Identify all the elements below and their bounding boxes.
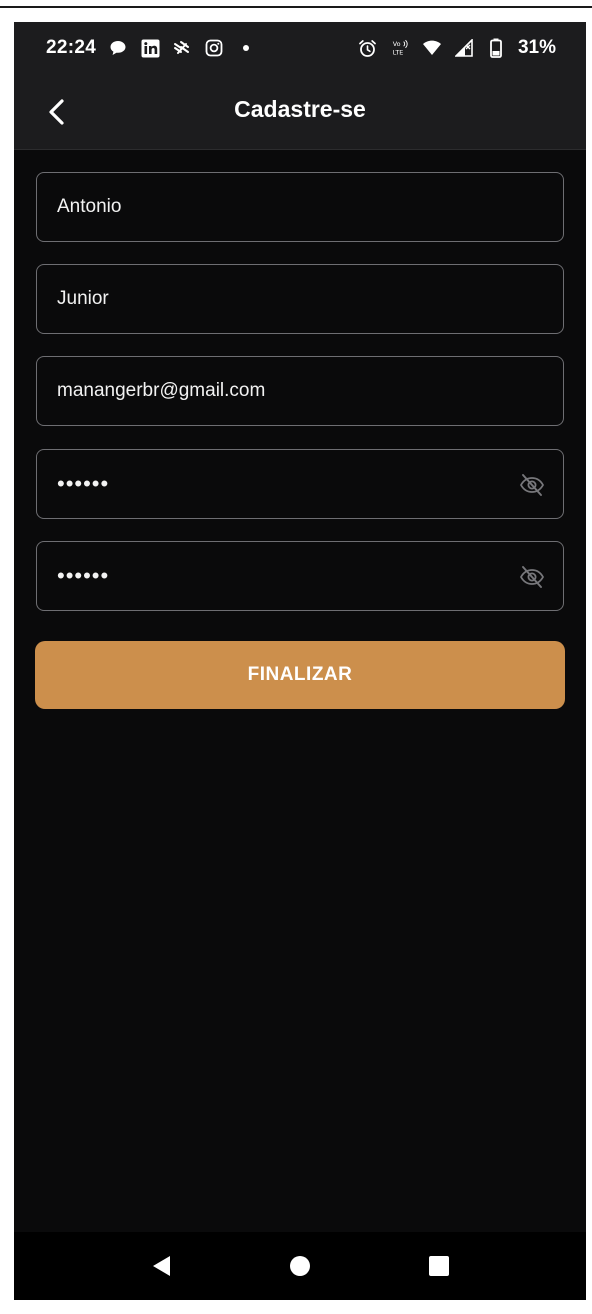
eye-off-icon <box>519 566 545 588</box>
first-name-field[interactable] <box>36 172 564 242</box>
phone-screen: 22:24 Vo LTE 31% Cadastre-se Antonio Jun… <box>14 22 586 1300</box>
nav-back-button[interactable] <box>141 1246 181 1286</box>
email-field[interactable] <box>36 356 564 426</box>
status-left: 22:24 <box>46 37 256 59</box>
toggle-confirm-password-visibility-button[interactable] <box>519 564 545 590</box>
confirm-password-input[interactable] <box>57 542 497 610</box>
battery-percent: 31% <box>517 37 556 58</box>
app-icon <box>172 38 192 58</box>
svg-text:LTE: LTE <box>393 49 404 56</box>
triangle-back-icon <box>153 1256 171 1276</box>
alarm-icon <box>358 38 378 58</box>
eye-off-icon <box>519 474 545 496</box>
svg-text:Vo: Vo <box>393 41 401 48</box>
email-input[interactable] <box>57 357 497 425</box>
status-bar: 22:24 Vo LTE 31% <box>14 22 586 74</box>
first-name-input[interactable] <box>57 173 497 241</box>
status-time: 22:24 <box>46 37 97 58</box>
app-bar: Cadastre-se <box>14 74 586 150</box>
instagram-icon <box>204 38 224 58</box>
volte-icon: Vo LTE <box>390 38 410 58</box>
battery-icon <box>486 38 506 58</box>
chat-bubble-icon <box>108 38 128 58</box>
nav-recents-button[interactable] <box>419 1246 459 1286</box>
top-rule <box>0 0 592 8</box>
dot-icon <box>236 38 256 58</box>
wifi-icon <box>422 38 442 58</box>
password-field[interactable] <box>36 449 564 519</box>
square-recents-icon <box>428 1256 449 1276</box>
page-title: Cadastre-se <box>234 96 366 122</box>
signal-icon <box>454 38 474 58</box>
system-nav-bar <box>14 1232 586 1300</box>
confirm-password-field[interactable] <box>36 541 564 611</box>
linkedin-icon <box>140 38 160 58</box>
finish-button[interactable]: FINALIZAR <box>35 641 565 709</box>
circle-home-icon <box>289 1256 310 1276</box>
last-name-input[interactable] <box>57 265 497 333</box>
nav-home-button[interactable] <box>280 1246 320 1286</box>
status-right: Vo LTE 31% <box>358 37 556 59</box>
password-input[interactable] <box>57 450 497 518</box>
last-name-field[interactable] <box>36 264 564 334</box>
toggle-password-visibility-button[interactable] <box>519 472 545 498</box>
